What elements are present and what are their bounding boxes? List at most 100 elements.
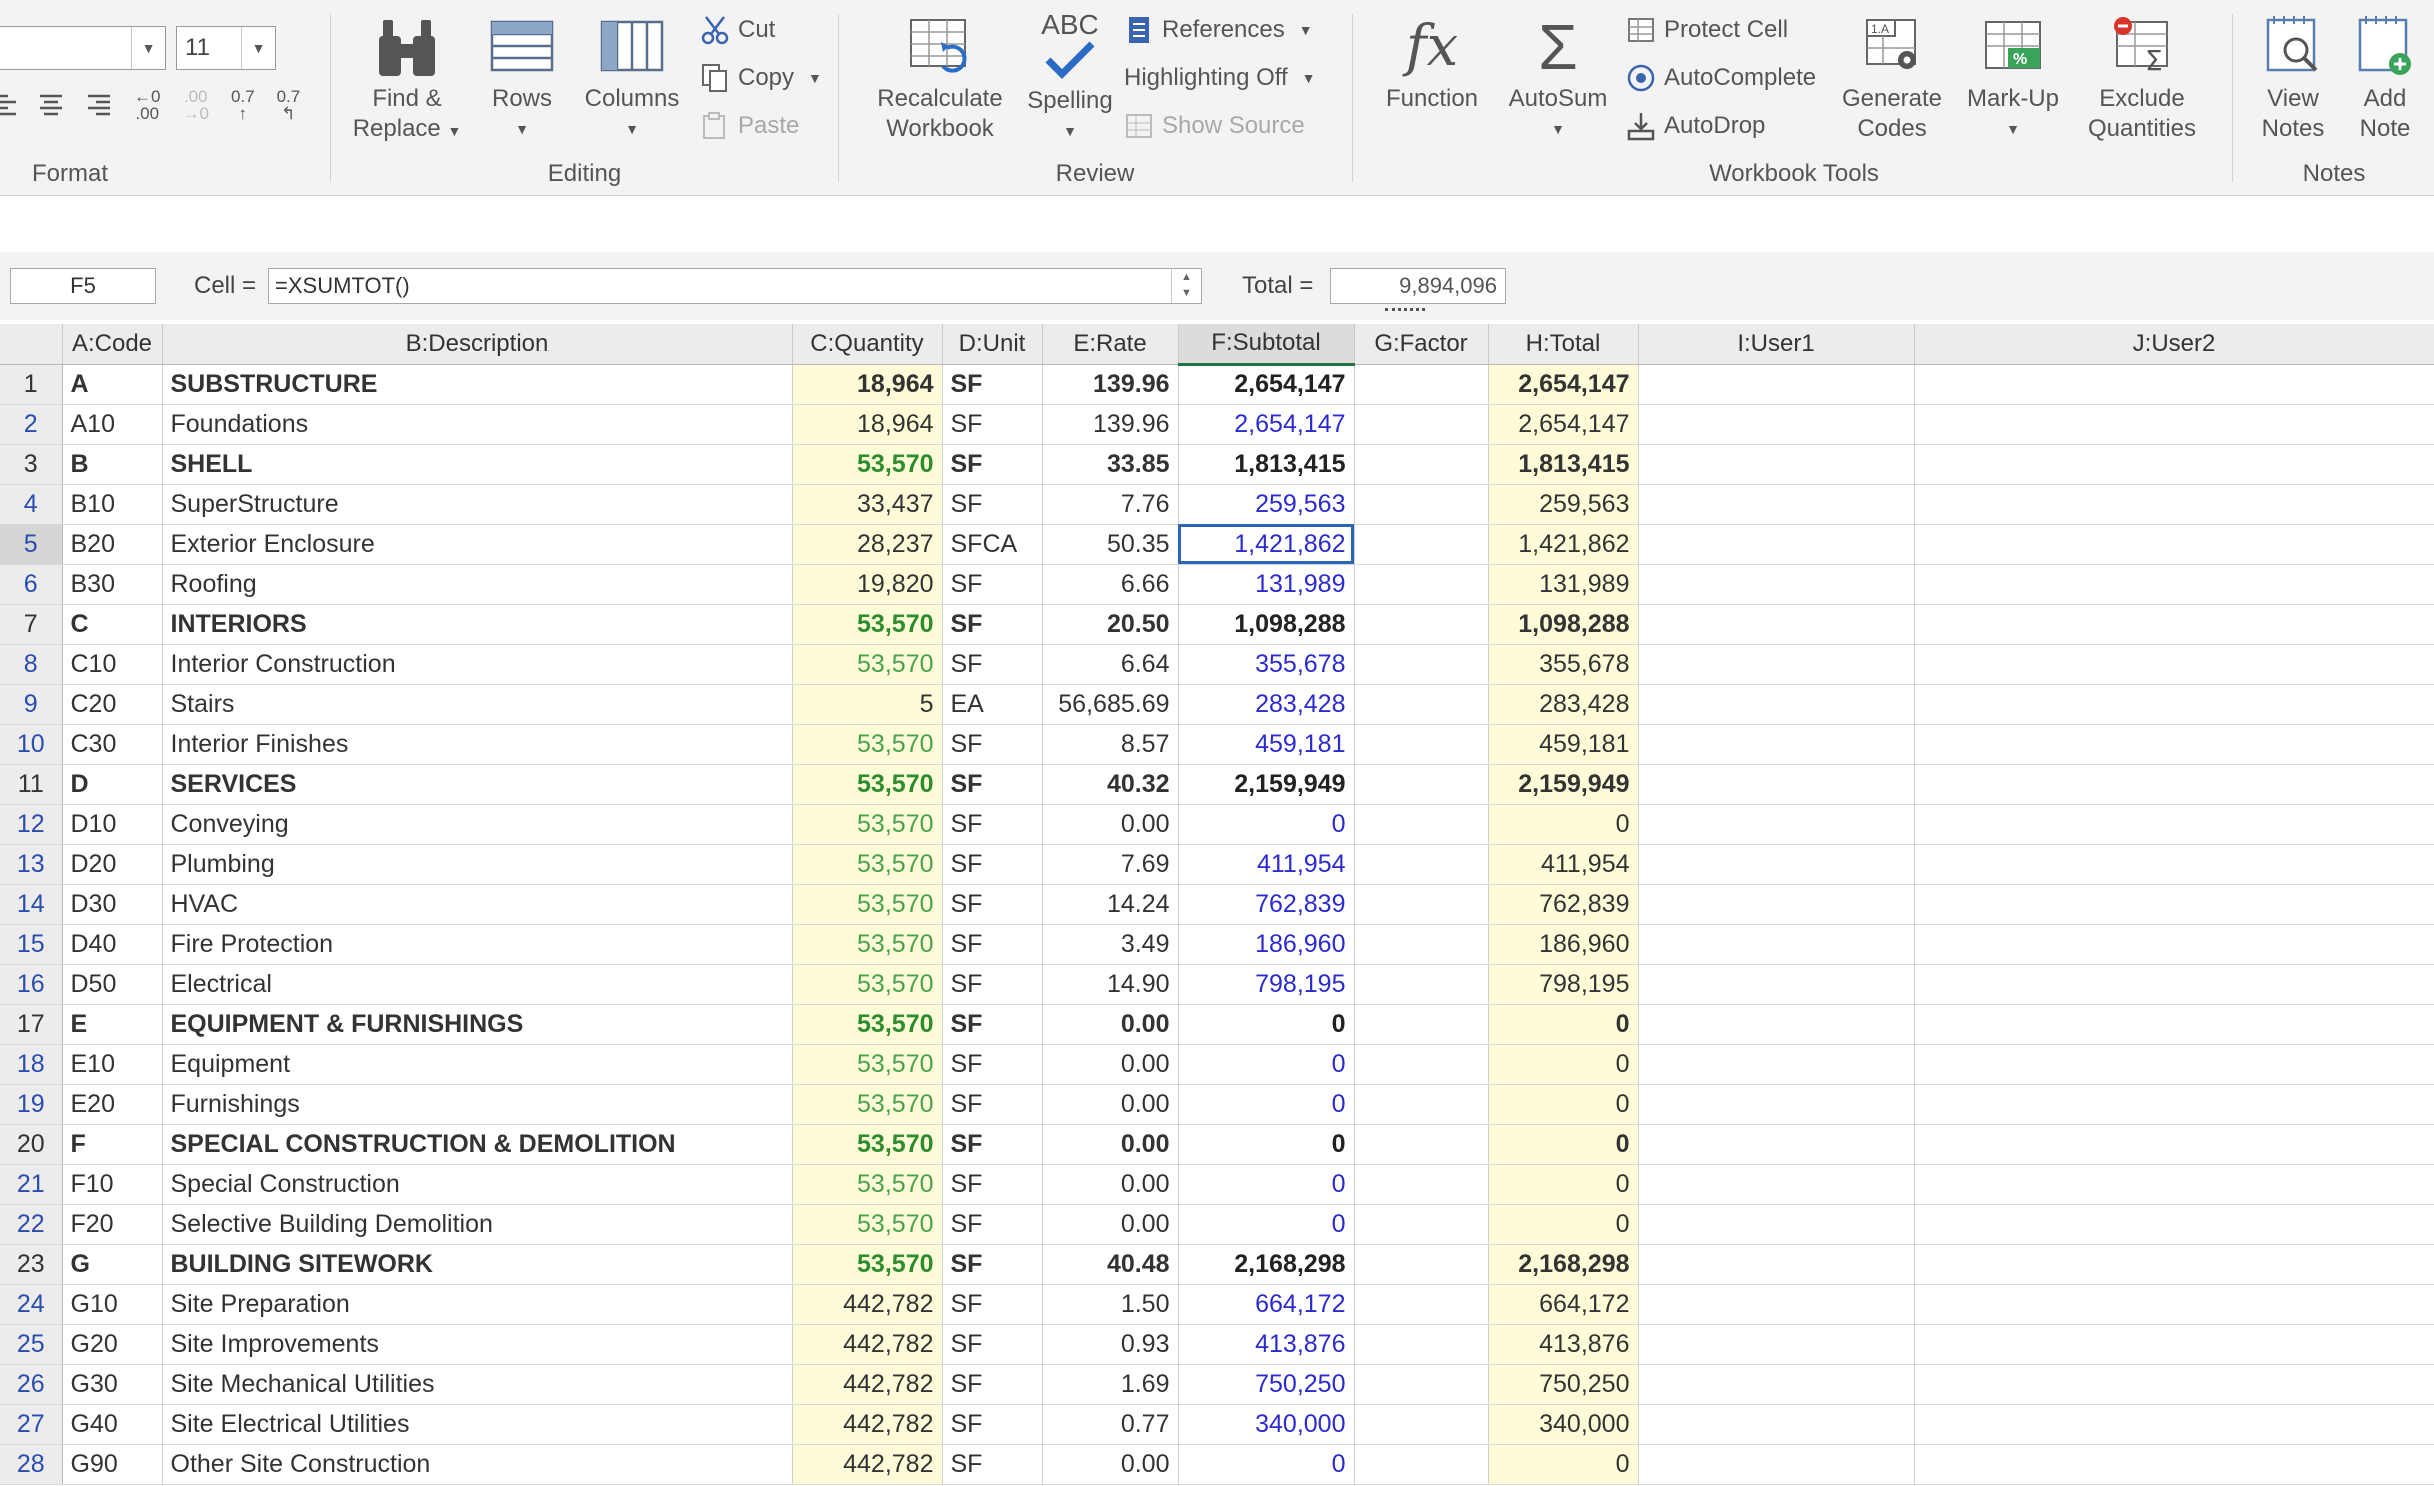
rate-cell[interactable]: 20.50 xyxy=(1042,604,1179,645)
subtotal-cell[interactable]: 2,159,949 xyxy=(1178,764,1355,805)
description-cell[interactable]: Stairs xyxy=(162,684,793,725)
user1-cell[interactable] xyxy=(1638,364,1915,405)
subtotal-cell[interactable]: 259,563 xyxy=(1178,484,1355,525)
subtotal-cell[interactable]: 283,428 xyxy=(1178,684,1355,725)
protect-cell-button[interactable]: Protect Cell xyxy=(1626,14,1788,46)
factor-cell[interactable] xyxy=(1354,644,1489,685)
quantity-cell[interactable]: 53,570 xyxy=(792,1084,943,1125)
unit-cell[interactable]: SF xyxy=(942,1124,1043,1165)
description-cell[interactable]: SuperStructure xyxy=(162,484,793,525)
code-cell[interactable]: D20 xyxy=(62,844,163,885)
factor-cell[interactable] xyxy=(1354,444,1489,485)
highlighting-button[interactable]: Highlighting Off ▼ xyxy=(1124,62,1316,94)
description-cell[interactable]: INTERIORS xyxy=(162,604,793,645)
quantity-cell[interactable]: 53,570 xyxy=(792,1164,943,1205)
factor-cell[interactable] xyxy=(1354,1004,1489,1045)
factor-cell[interactable] xyxy=(1354,604,1489,645)
column-header[interactable]: E:Rate xyxy=(1042,324,1179,365)
user2-cell[interactable] xyxy=(1914,1164,2434,1205)
quantity-cell[interactable]: 53,570 xyxy=(792,924,943,965)
total-cell[interactable]: 283,428 xyxy=(1488,684,1639,725)
user2-cell[interactable] xyxy=(1914,1364,2434,1405)
row-number[interactable]: 15 xyxy=(0,924,63,965)
user1-cell[interactable] xyxy=(1638,804,1915,845)
user1-cell[interactable] xyxy=(1638,1244,1915,1285)
column-header[interactable]: J:User2 xyxy=(1914,324,2434,365)
user2-cell[interactable] xyxy=(1914,764,2434,805)
code-cell[interactable]: D50 xyxy=(62,964,163,1005)
quantity-cell[interactable]: 53,570 xyxy=(792,1044,943,1085)
autosum-button[interactable]: Σ AutoSum ▼ xyxy=(1498,10,1618,144)
rate-cell[interactable]: 1.69 xyxy=(1042,1364,1179,1405)
rate-cell[interactable]: 7.76 xyxy=(1042,484,1179,525)
user2-cell[interactable] xyxy=(1914,484,2434,525)
row-number[interactable]: 25 xyxy=(0,1324,63,1365)
description-cell[interactable]: Plumbing xyxy=(162,844,793,885)
rate-cell[interactable]: 0.00 xyxy=(1042,1044,1179,1085)
user2-cell[interactable] xyxy=(1914,364,2434,405)
user1-cell[interactable] xyxy=(1638,1364,1915,1405)
description-cell[interactable]: Foundations xyxy=(162,404,793,445)
total-cell[interactable]: 664,172 xyxy=(1488,1284,1639,1325)
subtotal-cell[interactable]: 0 xyxy=(1178,1204,1355,1245)
rate-cell[interactable]: 40.32 xyxy=(1042,764,1179,805)
user1-cell[interactable] xyxy=(1638,964,1915,1005)
code-cell[interactable]: D xyxy=(62,764,163,805)
user2-cell[interactable] xyxy=(1914,804,2434,845)
user2-cell[interactable] xyxy=(1914,604,2434,645)
user2-cell[interactable] xyxy=(1914,444,2434,485)
subtotal-cell[interactable]: 0 xyxy=(1178,1084,1355,1125)
rate-cell[interactable]: 6.66 xyxy=(1042,564,1179,605)
quantity-cell[interactable]: 19,820 xyxy=(792,564,943,605)
quantity-cell[interactable]: 53,570 xyxy=(792,764,943,805)
user1-cell[interactable] xyxy=(1638,844,1915,885)
code-cell[interactable]: E20 xyxy=(62,1084,163,1125)
user1-cell[interactable] xyxy=(1638,1284,1915,1325)
total-cell[interactable]: 2,159,949 xyxy=(1488,764,1639,805)
user2-cell[interactable] xyxy=(1914,524,2434,565)
user2-cell[interactable] xyxy=(1914,844,2434,885)
row-number[interactable]: 14 xyxy=(0,884,63,925)
user2-cell[interactable] xyxy=(1914,724,2434,765)
user2-cell[interactable] xyxy=(1914,1044,2434,1085)
description-cell[interactable]: SERVICES xyxy=(162,764,793,805)
row-number[interactable]: 27 xyxy=(0,1404,63,1445)
code-cell[interactable]: G30 xyxy=(62,1364,163,1405)
row-number[interactable]: 17 xyxy=(0,1004,63,1045)
quantity-cell[interactable]: 53,570 xyxy=(792,804,943,845)
subtotal-cell[interactable]: 750,250 xyxy=(1178,1364,1355,1405)
quantity-cell[interactable]: 442,782 xyxy=(792,1284,943,1325)
user2-cell[interactable] xyxy=(1914,1084,2434,1125)
generate-codes-button[interactable]: 1.A Generate Codes xyxy=(1832,10,1952,144)
code-cell[interactable]: C20 xyxy=(62,684,163,725)
description-cell[interactable]: BUILDING SITEWORK xyxy=(162,1244,793,1285)
rate-cell[interactable]: 33.85 xyxy=(1042,444,1179,485)
user1-cell[interactable] xyxy=(1638,1444,1915,1485)
column-header-selected[interactable]: F:Subtotal xyxy=(1178,324,1355,366)
user1-cell[interactable] xyxy=(1638,1324,1915,1365)
quantity-cell[interactable]: 53,570 xyxy=(792,1124,943,1165)
subtotal-cell[interactable]: 762,839 xyxy=(1178,884,1355,925)
row-number[interactable]: 28 xyxy=(0,1444,63,1485)
row-number[interactable]: 19 xyxy=(0,1084,63,1125)
quantity-cell[interactable]: 53,570 xyxy=(792,964,943,1005)
total-cell[interactable]: 0 xyxy=(1488,1444,1639,1485)
total-cell[interactable]: 0 xyxy=(1488,1084,1639,1125)
user1-cell[interactable] xyxy=(1638,1004,1915,1045)
factor-cell[interactable] xyxy=(1354,524,1489,565)
row-number[interactable]: 16 xyxy=(0,964,63,1005)
unit-cell[interactable]: SFCA xyxy=(942,524,1043,565)
rate-cell[interactable]: 56,685.69 xyxy=(1042,684,1179,725)
code-cell[interactable]: F10 xyxy=(62,1164,163,1205)
decrease-decimal-icon[interactable]: .00 →0 xyxy=(182,88,208,122)
user1-cell[interactable] xyxy=(1638,484,1915,525)
unit-cell[interactable]: SF xyxy=(942,444,1043,485)
description-cell[interactable]: SUBSTRUCTURE xyxy=(162,364,793,405)
user2-cell[interactable] xyxy=(1914,964,2434,1005)
total-cell[interactable]: 411,954 xyxy=(1488,844,1639,885)
function-button[interactable]: fx Function xyxy=(1372,10,1492,114)
user1-cell[interactable] xyxy=(1638,644,1915,685)
row-number[interactable]: 18 xyxy=(0,1044,63,1085)
exclude-quantities-button[interactable]: Σ Exclude Quantities xyxy=(2072,10,2212,144)
factor-cell[interactable] xyxy=(1354,1164,1489,1205)
